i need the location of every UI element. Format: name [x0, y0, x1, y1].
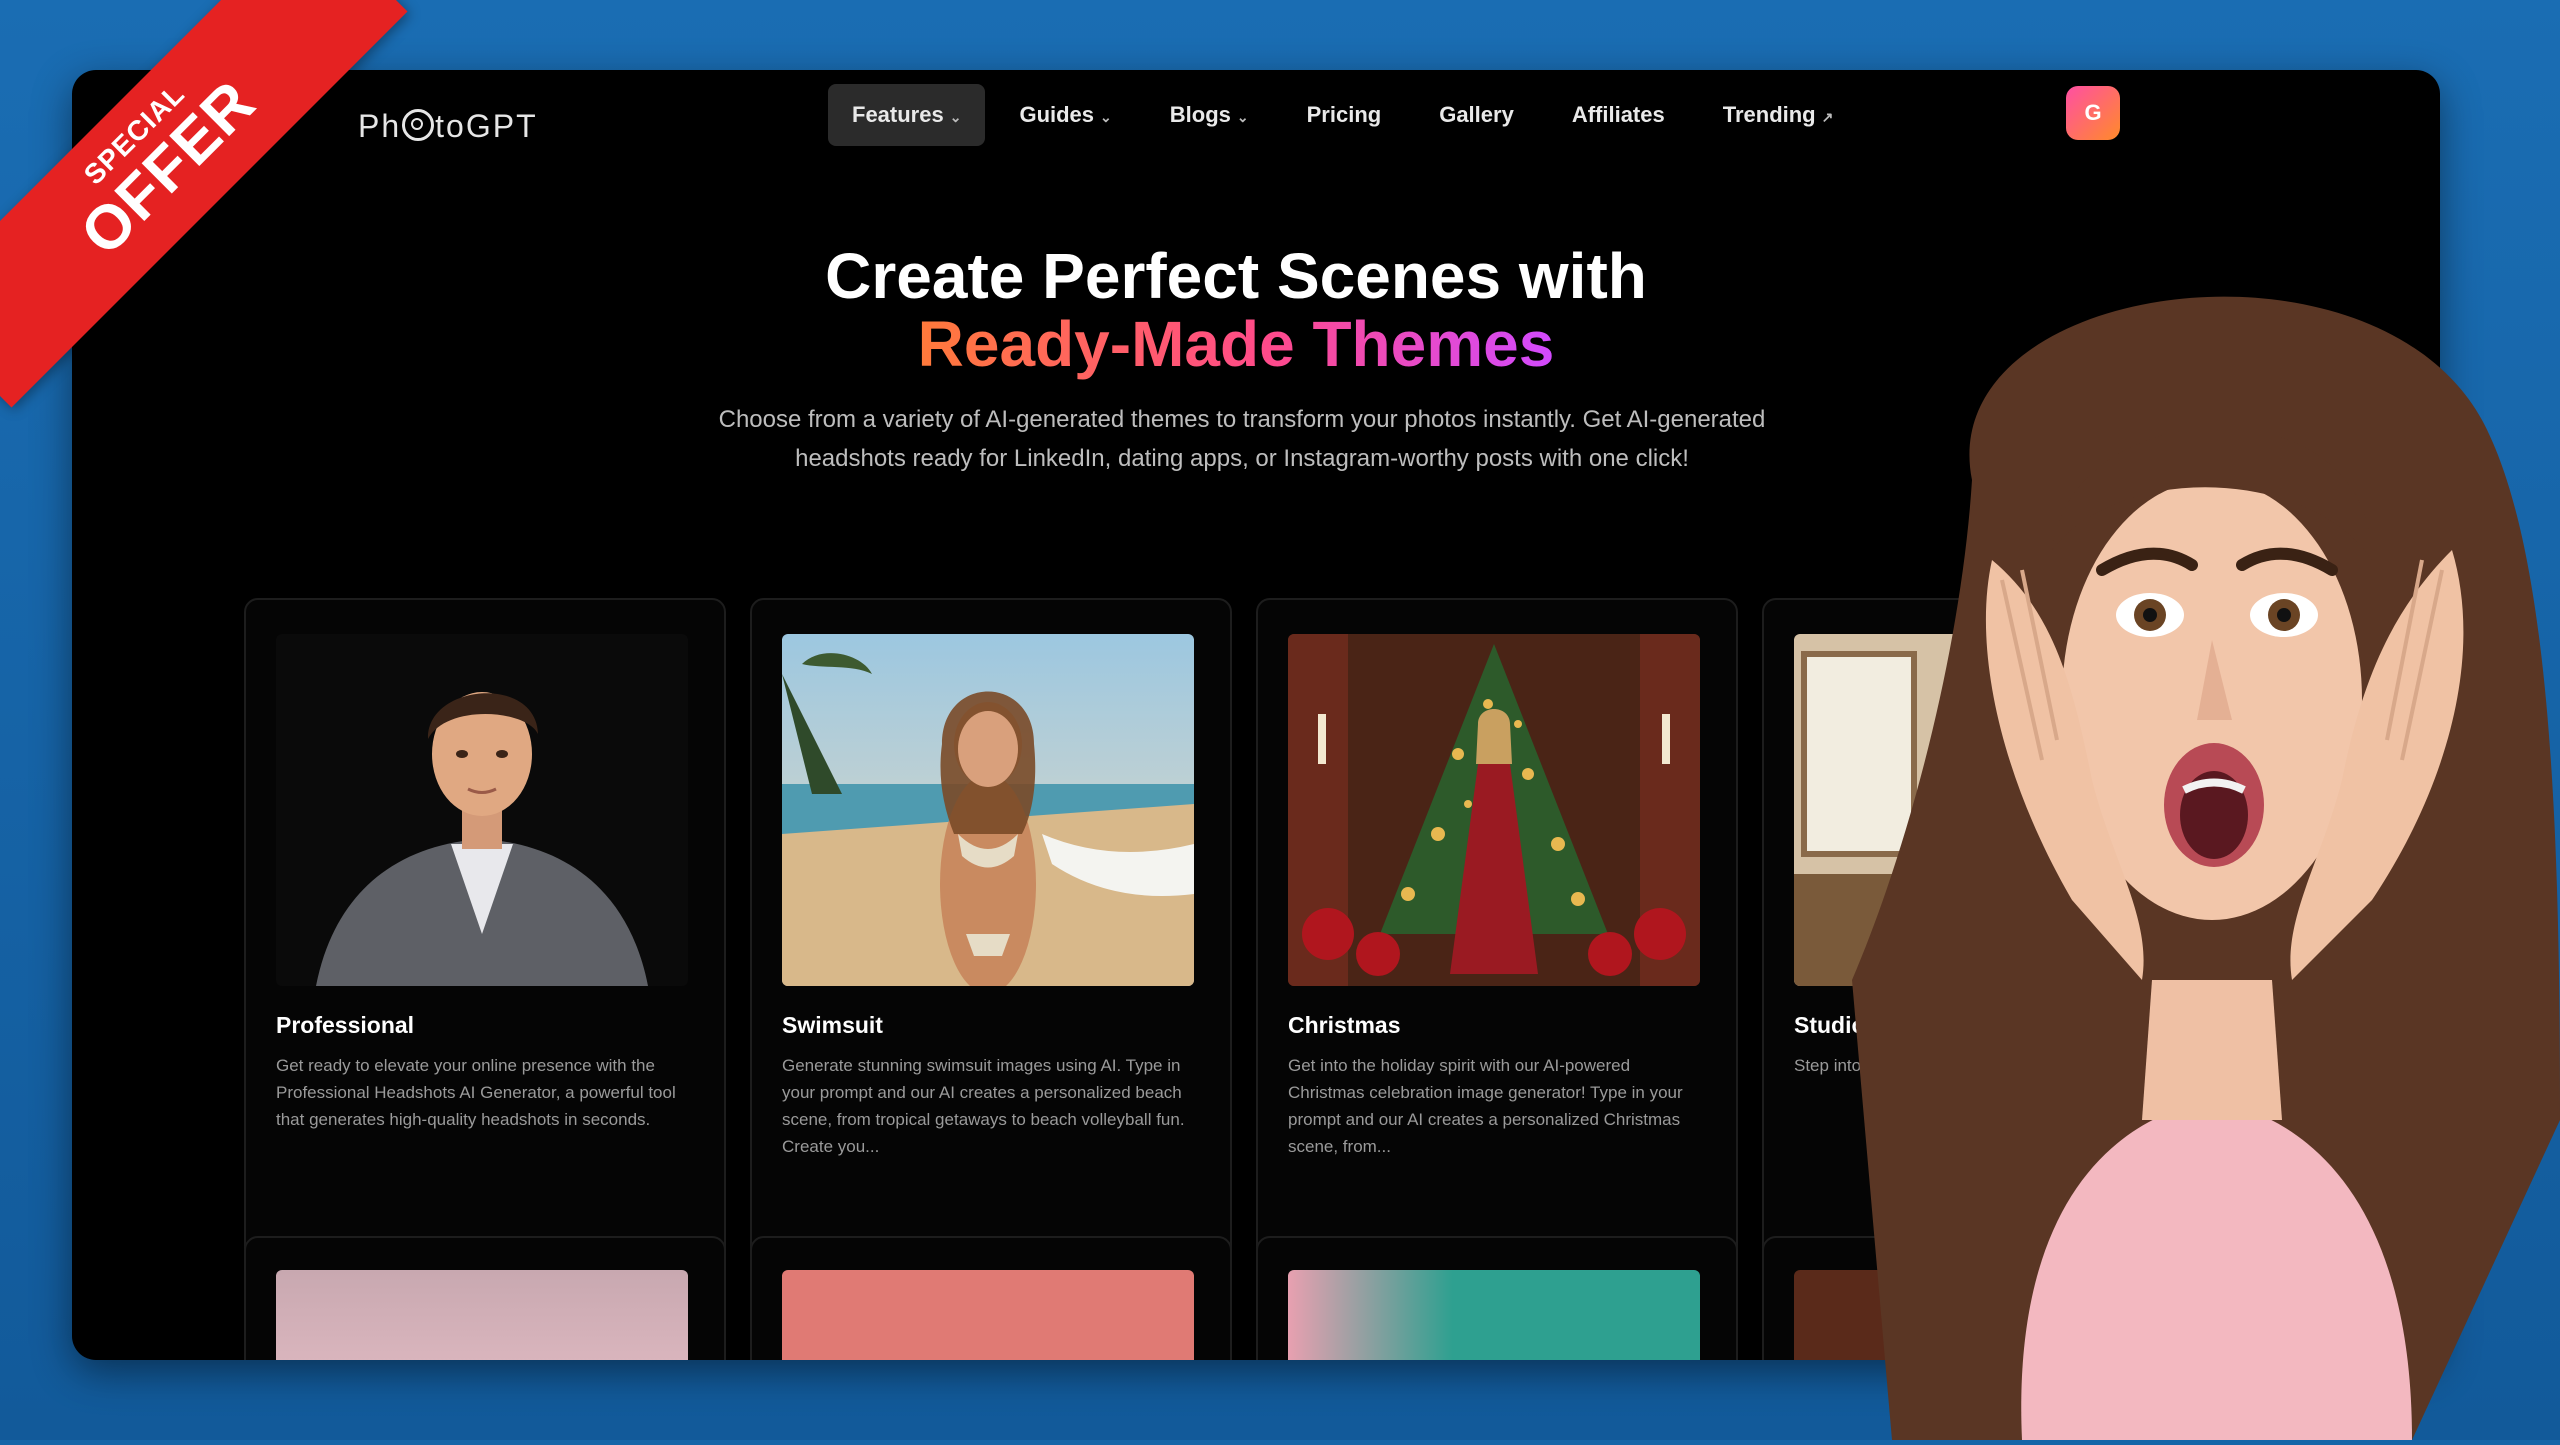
card-title: Christmas [1288, 1012, 1401, 1038]
nav-label: Guides [1019, 102, 1095, 127]
professional-headshot-image [276, 634, 688, 986]
logo-text-start: Ph [358, 108, 402, 144]
user-avatar-button[interactable]: G [2066, 86, 2120, 140]
chevron-down-icon: ⌄ [949, 109, 962, 125]
nav-item-gallery[interactable]: Gallery [1415, 84, 1538, 146]
card-description: Generate stunning swimsuit images using … [782, 1056, 1185, 1156]
nav-item-pricing[interactable]: Pricing [1283, 84, 1406, 146]
surprised-woman-photo [1852, 220, 2560, 1441]
nav-label: Blogs [1169, 102, 1231, 127]
card-description: Get into the holiday spirit with our AI-… [1288, 1056, 1683, 1156]
nav-label: Features [852, 102, 944, 127]
theme-card-blossom[interactable] [244, 1236, 726, 1360]
nav-item-affiliates[interactable]: Affiliates [1548, 84, 1689, 146]
swimsuit-beach-image [782, 634, 1194, 986]
nav-item-features[interactable]: Features ⌄ [828, 84, 986, 146]
christmas-tree-image [1288, 634, 1700, 986]
card-title: Swimsuit [782, 1012, 883, 1038]
trending-up-icon: ↗ [1821, 109, 1834, 125]
nav-item-blogs[interactable]: Blogs ⌄ [1146, 84, 1273, 146]
nav-label: Affiliates [1571, 102, 1665, 127]
hero-description: Choose from a variety of AI-generated th… [718, 406, 1766, 472]
theme-card-princess[interactable] [1256, 1236, 1738, 1360]
chevron-down-icon: ⌄ [1236, 109, 1249, 125]
nav-label: Trending [1722, 102, 1816, 127]
nav-label: Pricing [1306, 102, 1382, 127]
princess-teal-image [1288, 1270, 1700, 1360]
chevron-down-icon: ⌄ [1100, 109, 1112, 125]
theme-card-swimsuit[interactable]: Swimsuit Generate stunning swimsuit imag… [750, 598, 1232, 1268]
cherry-blossom-image [276, 1270, 688, 1360]
theme-card-portrait[interactable] [750, 1236, 1232, 1360]
nav-item-trending[interactable]: Trending ↗ [1699, 84, 1858, 146]
card-title: Professional [276, 1012, 415, 1038]
hero-title-highlight: Ready-Made Themes [917, 308, 1555, 380]
photogpt-logo[interactable]: Ph toGPT [358, 108, 538, 145]
top-navigation: Ph toGPT Features ⌄ Guides ⌄ Blogs ⌄ Pricing… [72, 70, 2440, 180]
nav-label: Gallery [1439, 102, 1514, 127]
theme-card-christmas[interactable]: Christmas Get into the holiday spirit wi… [1256, 598, 1738, 1268]
camera-lens-icon [402, 109, 435, 141]
main-menu: Features ⌄ Guides ⌄ Blogs ⌄ Pricing Gallery… [828, 84, 1857, 146]
logo-text-end: toGPT [435, 108, 538, 144]
card-description: Get ready to elevate your online presenc… [276, 1056, 676, 1129]
theme-card-professional[interactable]: Professional Get ready to elevate your o… [244, 598, 726, 1268]
nav-item-guides[interactable]: Guides ⌄ [995, 84, 1135, 146]
pink-portrait-image [782, 1270, 1194, 1360]
